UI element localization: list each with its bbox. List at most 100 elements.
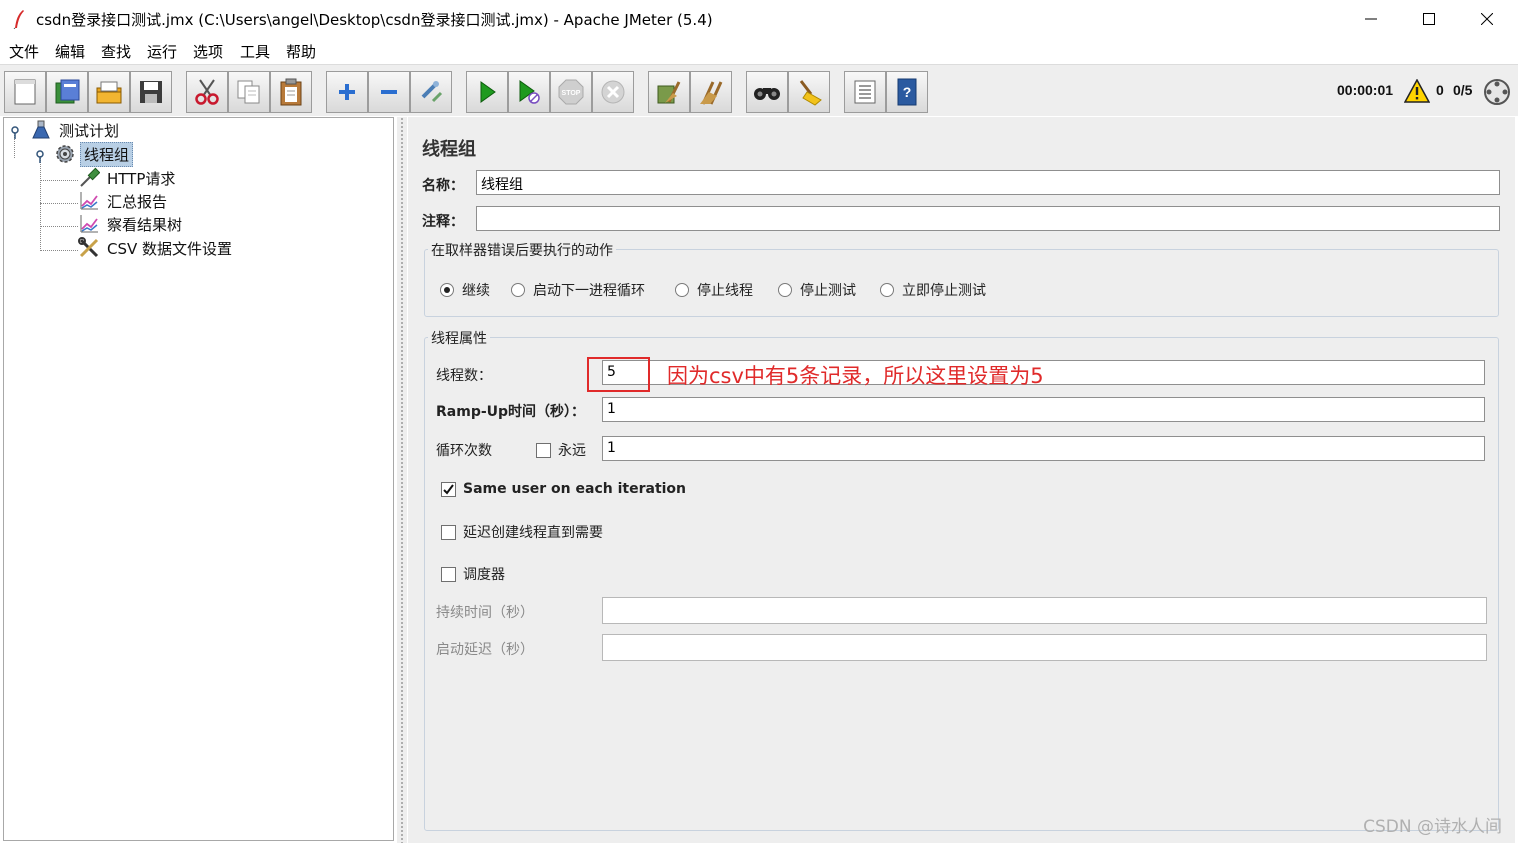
menu-file[interactable]: 文件 (9, 41, 39, 62)
tree-label: 测试计划 (59, 121, 120, 140)
forever-checkbox[interactable]: 永远 (536, 440, 586, 460)
menu-tools[interactable]: 工具 (240, 41, 270, 62)
tree-label: 察看结果树 (107, 215, 183, 234)
tree-expand-toggle-icon[interactable] (35, 149, 45, 163)
menu-edit[interactable]: 编辑 (55, 41, 85, 62)
name-label: 名称： (422, 178, 464, 194)
menu-options[interactable]: 选项 (193, 41, 223, 62)
menu-run[interactable]: 运行 (147, 41, 177, 62)
radio-continue[interactable]: 继续 (440, 280, 490, 300)
collapse-button[interactable] (368, 71, 410, 113)
function-helper-button[interactable] (844, 71, 886, 113)
paste-button[interactable] (270, 71, 312, 113)
comment-field[interactable] (476, 206, 1500, 231)
stop-icon: STOP (558, 79, 584, 105)
tree-expand-toggle-icon[interactable] (10, 125, 20, 139)
copy-button[interactable] (228, 71, 270, 113)
error-action-title: 在取样器错误后要执行的动作 (428, 240, 616, 260)
new-icon (14, 79, 36, 105)
expand-button[interactable] (326, 71, 368, 113)
loop-count-label: 循环次数 (436, 443, 492, 459)
toggle-icon (421, 81, 443, 103)
startup-delay-label: 启动延迟（秒） (436, 642, 534, 658)
toggle-button[interactable] (410, 71, 452, 113)
radio-label: 停止线程 (697, 283, 753, 299)
start-no-pause-button[interactable] (508, 71, 550, 113)
checkbox-label: 永远 (558, 443, 586, 459)
cut-icon (195, 79, 219, 105)
radio-start-next-loop[interactable]: 启动下一进程循环 (511, 280, 645, 300)
templates-icon (55, 79, 80, 104)
tree-item-test-plan[interactable]: 测试计划 (30, 119, 122, 141)
pane-splitter[interactable] (397, 117, 407, 843)
tree-item-csv-data-set[interactable]: CSV 数据文件设置 (78, 237, 235, 259)
save-button[interactable] (130, 71, 172, 113)
tree-item-view-results-tree[interactable]: 察看结果树 (78, 213, 185, 235)
maximize-icon (1423, 13, 1435, 25)
radio-stop-test-now[interactable]: 立即停止测试 (880, 280, 986, 300)
minimize-button[interactable] (1342, 0, 1400, 38)
tree-item-http-request[interactable]: HTTP请求 (78, 167, 178, 189)
startup-delay-field[interactable] (602, 634, 1487, 661)
gear-icon (54, 143, 76, 165)
copy-icon (237, 80, 260, 104)
thread-count: 0/5 (1453, 82, 1473, 98)
templates-button[interactable] (46, 71, 88, 113)
reset-search-button[interactable] (788, 71, 830, 113)
pipette-icon (78, 167, 100, 189)
help-button[interactable]: ? (886, 71, 928, 113)
cut-button[interactable] (186, 71, 228, 113)
chart-icon (78, 190, 100, 212)
start-icon (480, 81, 496, 103)
radio-stop-test[interactable]: 停止测试 (778, 280, 856, 300)
close-button[interactable] (1458, 0, 1516, 38)
collapse-icon (381, 90, 397, 94)
clear-button[interactable] (648, 71, 690, 113)
checkbox-label: 延迟创建线程直到需要 (463, 525, 603, 541)
new-button[interactable] (4, 71, 46, 113)
minimize-icon (1365, 18, 1377, 20)
flask-icon (30, 119, 52, 141)
svg-text:?: ? (903, 84, 912, 100)
activity-indicator-icon (1484, 79, 1510, 105)
jmeter-feather-icon (13, 10, 24, 29)
search-button[interactable] (746, 71, 788, 113)
rampup-label: Ramp-Up时间（秒）： (436, 404, 586, 420)
open-button[interactable] (88, 71, 130, 113)
menu-bar: 文件 编辑 查找 运行 选项 工具 帮助 (0, 38, 1518, 64)
test-plan-tree: 测试计划 线程组 HTTP请求 汇总报告 察看结果树 CSV 数据文件设置 (3, 117, 394, 841)
wrench-screwdriver-icon (78, 237, 100, 259)
menu-search[interactable]: 查找 (101, 41, 131, 62)
toolbar: STOP ? 00:00:01 0 0/5 (0, 64, 1518, 116)
delay-thread-creation-checkbox[interactable]: 延迟创建线程直到需要 (441, 522, 603, 542)
scheduler-checkbox[interactable]: 调度器 (441, 564, 505, 584)
start-button[interactable] (466, 71, 508, 113)
shutdown-button[interactable] (592, 71, 634, 113)
thread-group-panel: 线程组 名称： 线程组 注释： 在取样器错误后要执行的动作 继续 启动下一进程循… (408, 117, 1515, 843)
close-icon (1481, 13, 1493, 25)
loop-count-field[interactable]: 1 (602, 436, 1485, 461)
maximize-button[interactable] (1400, 0, 1458, 38)
menu-help[interactable]: 帮助 (286, 41, 316, 62)
panel-title: 线程组 (422, 139, 476, 160)
warning-icon[interactable] (1404, 79, 1430, 103)
save-icon (140, 81, 162, 103)
thread-properties-title: 线程属性 (428, 328, 490, 348)
clear-icon (657, 81, 681, 104)
search-icon (754, 88, 780, 100)
elapsed-time: 00:00:01 (1337, 82, 1394, 98)
same-user-checkbox[interactable]: Same user on each iteration (441, 481, 686, 497)
checkbox-label: 调度器 (463, 567, 505, 583)
clear-all-button[interactable] (690, 71, 732, 113)
duration-field[interactable] (602, 597, 1487, 624)
svg-text:STOP: STOP (562, 90, 581, 97)
checkmark-icon (441, 481, 456, 497)
name-field[interactable]: 线程组 (476, 170, 1500, 195)
radio-stop-thread[interactable]: 停止线程 (675, 280, 753, 300)
tree-item-thread-group[interactable]: 线程组 (54, 141, 134, 167)
paste-icon (280, 78, 302, 106)
tree-item-summary-report[interactable]: 汇总报告 (78, 190, 170, 212)
rampup-field[interactable]: 1 (602, 397, 1485, 422)
stop-button[interactable]: STOP (550, 71, 592, 113)
tree-label: HTTP请求 (107, 169, 176, 188)
